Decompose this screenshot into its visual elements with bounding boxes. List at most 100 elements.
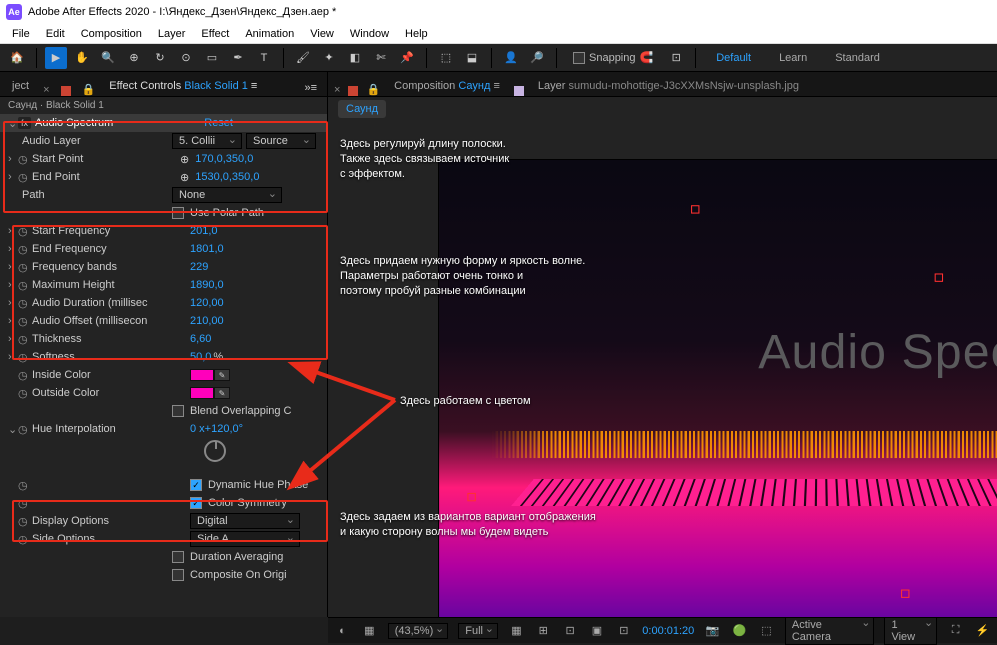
- grid-icon[interactable]: ▦: [508, 624, 525, 637]
- zoom-tool[interactable]: 🔍: [97, 47, 119, 69]
- param-freq-bands[interactable]: ›◷Frequency bands229: [0, 258, 327, 276]
- anchor-tool[interactable]: ⊙: [175, 47, 197, 69]
- app-logo: Ae: [6, 4, 22, 20]
- tab-effect-controls[interactable]: Effect Controls Black Solid 1 ≡: [103, 76, 263, 96]
- eraser-tool[interactable]: ◧: [344, 47, 366, 69]
- pin-tool[interactable]: 📌: [396, 47, 418, 69]
- crosshair-icon[interactable]: ⊕: [174, 171, 195, 184]
- tab-project[interactable]: ject: [6, 76, 35, 96]
- param-start-freq[interactable]: ›◷Start Frequency201,0: [0, 222, 327, 240]
- effect-subheader: Саунд · Black Solid 1: [0, 97, 327, 114]
- transparency-icon[interactable]: ▣: [589, 624, 606, 637]
- param-thickness[interactable]: ›◷Thickness6,60: [0, 330, 327, 348]
- rect-tool[interactable]: ▭: [201, 47, 223, 69]
- param-audio-dur[interactable]: ›◷Audio Duration (millisec120,00: [0, 294, 327, 312]
- selection-tool[interactable]: ▶: [45, 47, 67, 69]
- panel-menu-icon[interactable]: »≡: [300, 80, 321, 96]
- param-comp-orig[interactable]: Composite On Origi: [0, 566, 327, 584]
- param-path[interactable]: Path None: [0, 186, 327, 204]
- workspace-learn[interactable]: Learn: [767, 52, 819, 64]
- param-audio-off[interactable]: ›◷Audio Offset (millisecon210,00: [0, 312, 327, 330]
- param-use-polar[interactable]: Use Polar Path: [0, 204, 327, 222]
- channel-icon[interactable]: ⊞: [535, 624, 552, 637]
- resolution-dropdown[interactable]: Full: [458, 623, 498, 639]
- eyedropper-icon[interactable]: ✎: [214, 387, 230, 399]
- pen-tool[interactable]: ✒: [227, 47, 249, 69]
- user-icon[interactable]: 👤: [500, 47, 522, 69]
- eyedropper-icon[interactable]: ✎: [214, 369, 230, 381]
- brush-tool[interactable]: 🖌: [292, 47, 314, 69]
- param-blend-overlap[interactable]: Blend Overlapping C: [0, 402, 327, 420]
- guides-icon[interactable]: ⊡: [562, 624, 579, 637]
- axis2-icon[interactable]: ⬓: [461, 47, 483, 69]
- expand-icon[interactable]: ⛶: [947, 624, 964, 637]
- annotation-text: Здесь задаем из вариантов вариант отобра…: [340, 510, 596, 540]
- menu-effect[interactable]: Effect: [193, 28, 237, 40]
- text-tool[interactable]: T: [253, 47, 275, 69]
- stopwatch-icon[interactable]: ◷: [18, 153, 32, 166]
- param-max-height[interactable]: ›◷Maximum Height1890,0: [0, 276, 327, 294]
- param-end-point[interactable]: ›◷ End Point ⊕ 1530,0,350,0: [0, 168, 327, 186]
- effect-header[interactable]: ⌄fx Audio Spectrum Reset: [0, 114, 327, 132]
- effect-list: ⌄fx Audio Spectrum Reset Audio Layer 5. …: [0, 114, 327, 617]
- menu-file[interactable]: File: [4, 28, 38, 40]
- workspace-default[interactable]: Default: [704, 52, 763, 64]
- fast-icon[interactable]: ⚡: [974, 624, 991, 637]
- annotation-text: Здесь регулируй длину полоски.Также здес…: [340, 137, 509, 182]
- param-hue-interp[interactable]: ⌄◷Hue Interpolation0 x+120,0°: [0, 420, 327, 438]
- search-icon[interactable]: 🔎: [526, 47, 548, 69]
- camera-dropdown[interactable]: Active Camera: [785, 617, 875, 645]
- toolbar: 🏠 ▶ ✋ 🔍 ⊕ ↻ ⊙ ▭ ✒ T 🖌 ✦ ◧ ✄ 📌 ⬚ ⬓ 👤 🔎 Sn…: [0, 44, 997, 72]
- roto-tool[interactable]: ✄: [370, 47, 392, 69]
- menu-window[interactable]: Window: [342, 28, 397, 40]
- hand-tool[interactable]: ✋: [71, 47, 93, 69]
- lock-icon[interactable]: 🔒: [366, 83, 380, 96]
- menu-composition[interactable]: Composition: [73, 28, 150, 40]
- menu-animation[interactable]: Animation: [237, 28, 302, 40]
- snap-opt-icon[interactable]: ⊡: [665, 47, 687, 69]
- param-start-point[interactable]: ›◷ Start Point ⊕ 170,0,350,0: [0, 150, 327, 168]
- preview-keyboard: [511, 479, 997, 506]
- tab-composition[interactable]: Composition Саунд ≡: [388, 76, 506, 96]
- param-color-sym[interactable]: ◷Color Symmetry: [0, 494, 327, 512]
- comp-panel-tabs: × 🔒 Composition Саунд ≡ Layer sumudu-moh…: [328, 72, 997, 97]
- color-icon[interactable]: 🟢: [731, 624, 748, 637]
- timecode[interactable]: 0:00:01:20: [642, 625, 694, 637]
- views-dropdown[interactable]: 1 View: [884, 617, 937, 645]
- menu-layer[interactable]: Layer: [150, 28, 194, 40]
- snapshot-icon[interactable]: 📷: [704, 624, 721, 637]
- param-dur-avg[interactable]: Duration Averaging: [0, 548, 327, 566]
- home-icon[interactable]: 🏠: [6, 47, 28, 69]
- tab-layer[interactable]: Layer sumudu-mohottige-J3cXXMsNsjw-unspl…: [532, 76, 805, 96]
- snapping-toggle[interactable]: Snapping 🧲: [565, 51, 661, 64]
- orbit-tool[interactable]: ⊕: [123, 47, 145, 69]
- param-display-opts[interactable]: ◷Display OptionsDigital: [0, 512, 327, 530]
- param-outside-color[interactable]: ◷Outside Color✎: [0, 384, 327, 402]
- clone-tool[interactable]: ✦: [318, 47, 340, 69]
- 3d-icon[interactable]: ⬚: [758, 624, 775, 637]
- mask-icon[interactable]: ◐: [334, 625, 351, 637]
- menu-edit[interactable]: Edit: [38, 28, 73, 40]
- menu-help[interactable]: Help: [397, 28, 436, 40]
- param-side-opts[interactable]: ◷Side OptionsSide A: [0, 530, 327, 548]
- axis-icon[interactable]: ⬚: [435, 47, 457, 69]
- param-dynamic-hue[interactable]: ◷Dynamic Hue Phase: [0, 476, 327, 494]
- param-inside-color[interactable]: ◷Inside Color✎: [0, 366, 327, 384]
- layer-swatch-icon: [514, 86, 524, 96]
- param-end-freq[interactable]: ›◷End Frequency1801,0: [0, 240, 327, 258]
- stopwatch-icon[interactable]: ◷: [18, 171, 32, 184]
- snapping-checkbox[interactable]: [573, 52, 585, 64]
- zoom-dropdown[interactable]: (43,5%): [388, 623, 449, 639]
- crosshair-icon[interactable]: ⊕: [174, 153, 195, 166]
- window-title: Adobe After Effects 2020 - I:\Яндекс_Дзе…: [28, 6, 336, 18]
- param-audio-layer[interactable]: Audio Layer 5. Collii Source: [0, 132, 327, 150]
- rotate-tool[interactable]: ↻: [149, 47, 171, 69]
- composition-viewer[interactable]: Audio Spectru Unsplash / sound: Collin J…: [328, 121, 997, 617]
- region-icon[interactable]: ⊡: [615, 624, 632, 637]
- lock-icon[interactable]: 🔒: [82, 83, 96, 96]
- alpha-icon[interactable]: ▦: [361, 624, 378, 637]
- param-softness[interactable]: ›◷Softness50,0%: [0, 348, 327, 366]
- hue-dial[interactable]: [204, 440, 226, 462]
- menu-view[interactable]: View: [302, 28, 342, 40]
- workspace-standard[interactable]: Standard: [823, 52, 892, 64]
